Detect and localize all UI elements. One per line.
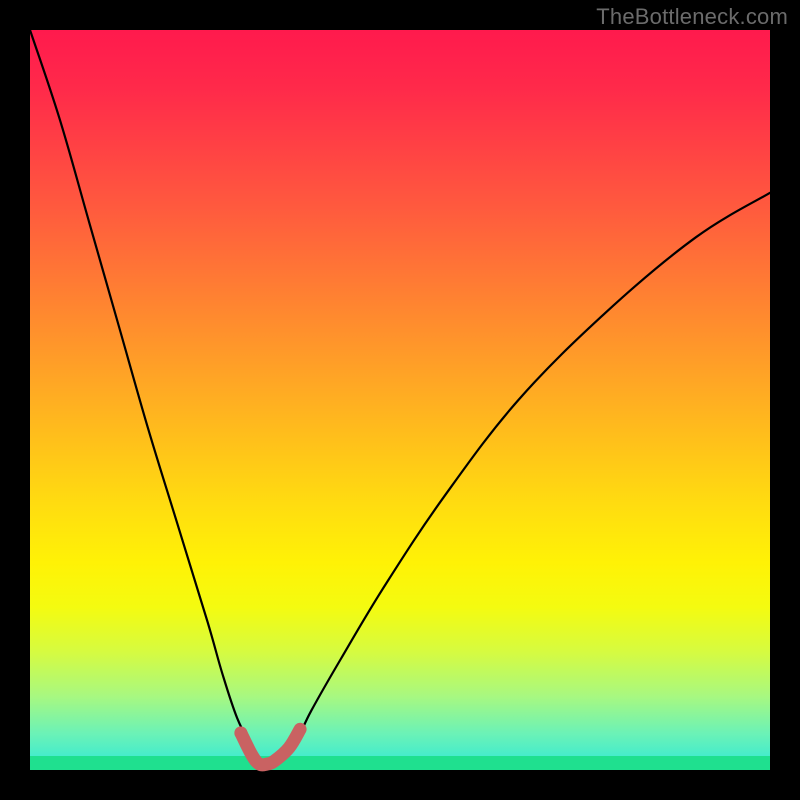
attribution-label: TheBottleneck.com [596,4,788,30]
optimal-zone-highlight [241,729,300,765]
chart-frame: TheBottleneck.com [0,0,800,800]
curve-layer [30,30,770,770]
highlight-dot [234,727,247,740]
plot-area [30,30,770,770]
bottleneck-curve [30,30,770,764]
